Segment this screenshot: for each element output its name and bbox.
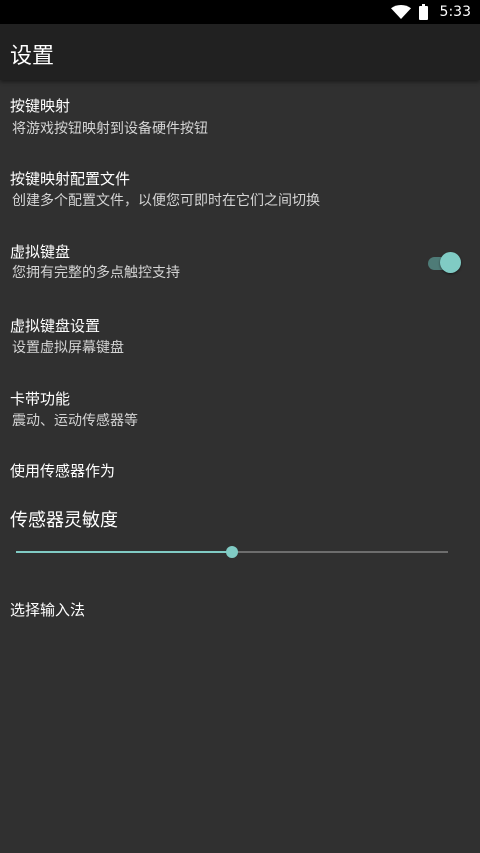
- pref-summary: 震动、运动传感器等: [12, 413, 138, 429]
- toggle-thumb: [440, 252, 461, 273]
- pref-summary: 创建多个配置文件，以便您可即时在它们之间切换: [12, 193, 320, 209]
- pref-title: 选择输入法: [10, 601, 86, 619]
- pref-title: 卡带功能: [10, 390, 71, 408]
- page-title: 设置: [10, 44, 55, 69]
- status-icons: 5:33: [390, 3, 471, 21]
- pref-title: 按键映射: [10, 97, 71, 115]
- pref-title: 传感器灵敏度: [10, 510, 118, 531]
- pref-virtual-keyboard[interactable]: 虚拟键盘 您拥有完整的多点触控支持: [0, 230, 480, 296]
- wifi-icon: [390, 5, 411, 19]
- pref-summary: 设置虚拟屏幕键盘: [12, 340, 124, 356]
- pref-virtual-keyboard-settings[interactable]: 虚拟键盘设置 设置虚拟屏幕键盘: [0, 303, 480, 369]
- app-bar: 设置: [0, 24, 480, 80]
- slider-fill: [16, 551, 232, 553]
- pref-title: 使用传感器作为: [10, 462, 116, 480]
- pref-button-mapping[interactable]: 按键映射 将游戏按钮映射到设备硬件按钮: [0, 86, 480, 152]
- status-bar: 5:33: [0, 0, 480, 24]
- pref-summary: 您拥有完整的多点触控支持: [12, 265, 180, 281]
- pref-title: 虚拟键盘设置: [10, 317, 101, 335]
- pref-title: 虚拟键盘: [10, 243, 71, 261]
- virtual-keyboard-toggle[interactable]: [428, 252, 462, 274]
- pref-cartridge-features[interactable]: 卡带功能 震动、运动传感器等: [0, 376, 480, 442]
- pref-summary: 将游戏按钮映射到设备硬件按钮: [12, 121, 208, 137]
- slider-thumb[interactable]: [226, 546, 238, 558]
- pref-title: 按键映射配置文件: [10, 170, 131, 188]
- pref-use-sensor-as[interactable]: 使用传感器作为: [0, 449, 480, 493]
- sensitivity-slider[interactable]: [16, 542, 448, 562]
- battery-icon: [418, 4, 428, 20]
- status-time: 5:33: [439, 4, 471, 20]
- pref-mapping-profiles[interactable]: 按键映射配置文件 创建多个配置文件，以便您可即时在它们之间切换: [0, 158, 480, 224]
- pref-select-input-method[interactable]: 选择输入法: [0, 590, 480, 634]
